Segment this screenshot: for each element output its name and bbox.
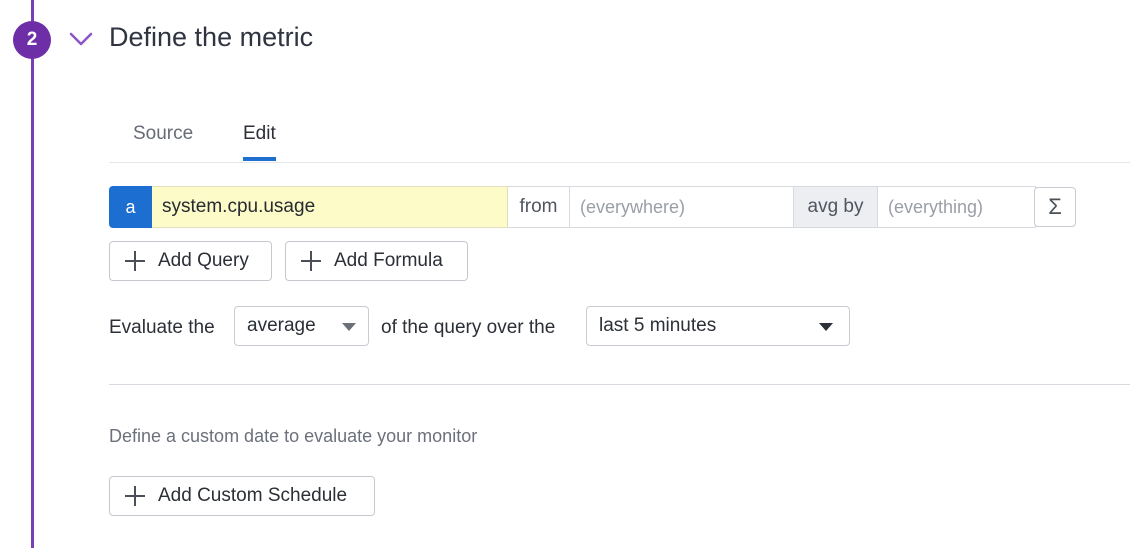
section-divider [109,384,1130,385]
tab-edit[interactable]: Edit [243,123,276,161]
from-scope-input[interactable]: (everywhere) [570,186,794,228]
add-query-label: Add Query [158,250,249,271]
evaluate-middle-text: of the query over the [381,317,556,338]
add-custom-schedule-label: Add Custom Schedule [158,485,348,506]
tab-bar: Source Edit [109,118,1130,163]
function-button[interactable]: Σ [1034,187,1076,227]
add-query-button[interactable]: Add Query [109,241,272,281]
custom-date-description: Define a custom date to evaluate your mo… [109,426,478,446]
evaluate-prefix-text: Evaluate the [109,317,215,338]
plus-icon [300,250,322,272]
add-formula-button[interactable]: Add Formula [285,241,468,281]
section-title: Define the metric [109,22,314,52]
step-timeline-line [31,0,34,548]
group-by-input[interactable]: (everything) [878,186,1036,228]
aggregator-selector[interactable]: avg by [794,186,878,228]
step-number-badge: 2 [13,21,51,59]
plus-icon [124,485,146,507]
tab-source[interactable]: Source [133,123,193,159]
caret-down-icon [819,323,833,331]
aggregation-value: average [247,315,316,336]
chevron-down-icon[interactable] [68,30,94,48]
query-letter-badge[interactable]: a [109,186,152,228]
sigma-icon: Σ [1048,194,1062,219]
caret-down-icon [342,323,356,331]
time-window-value: last 5 minutes [599,315,717,336]
from-label: from [508,186,570,228]
plus-icon [124,250,146,272]
query-row: a system.cpu.usage from (everywhere) avg… [109,186,1044,228]
add-formula-label: Add Formula [334,250,443,271]
time-window-select[interactable]: last 5 minutes [586,306,850,346]
aggregation-select[interactable]: average [234,306,369,346]
metric-input[interactable]: system.cpu.usage [152,186,508,228]
add-custom-schedule-button[interactable]: Add Custom Schedule [109,476,375,516]
